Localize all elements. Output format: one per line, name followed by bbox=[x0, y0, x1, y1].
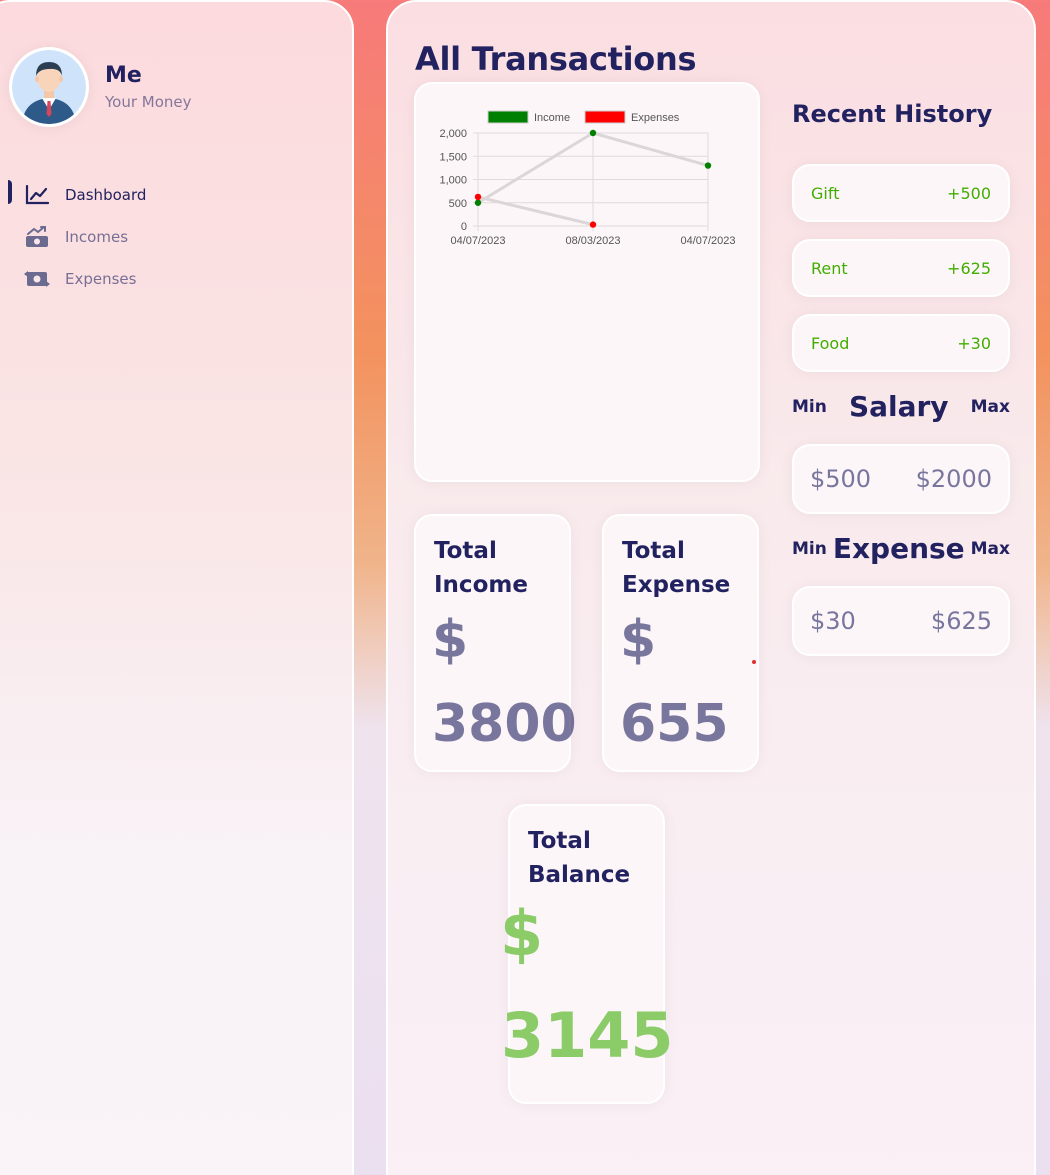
money-bill-trend-up-icon bbox=[24, 226, 50, 248]
currency-symbol: $ bbox=[620, 610, 657, 670]
chart-series-line bbox=[477, 195, 594, 227]
sidebar-item-dashboard[interactable]: Dashboard bbox=[2, 174, 342, 216]
salary-max-value: $2000 bbox=[915, 465, 992, 493]
history-item: Gift +500 bbox=[792, 164, 1010, 222]
total-balance-amount: 3145 bbox=[501, 999, 674, 1072]
sidebar-item-incomes[interactable]: Incomes bbox=[2, 216, 342, 258]
recent-history-title: Recent History bbox=[792, 100, 993, 128]
salary-max-label: Max bbox=[970, 396, 1010, 417]
currency-symbol: $ bbox=[500, 897, 544, 970]
sidebar-item-label: Incomes bbox=[65, 228, 129, 246]
history-item-label: Rent bbox=[811, 258, 848, 278]
chart-x-tick-label: 04/07/2023 bbox=[680, 235, 735, 247]
currency-symbol: $ bbox=[432, 610, 469, 670]
chart-data-point bbox=[589, 129, 597, 137]
chart-y-tick-label: 500 bbox=[449, 198, 467, 210]
chart-line-icon bbox=[24, 184, 50, 206]
history-item-amount: +500 bbox=[947, 183, 991, 203]
chart-data-point bbox=[474, 193, 482, 201]
salary-range-box: $500 $2000 bbox=[792, 444, 1010, 514]
page-title: All Transactions bbox=[415, 40, 697, 78]
chart-legend-label: Income bbox=[534, 112, 570, 124]
chart-legend-label: Expenses bbox=[631, 112, 680, 124]
expense-min-value: $30 bbox=[810, 607, 856, 635]
total-income-value: $ 3800 bbox=[432, 608, 577, 756]
money-bill-transfer-icon bbox=[24, 268, 50, 290]
chart-x-tick-label: 08/03/2023 bbox=[565, 235, 620, 247]
chart-legend-swatch bbox=[487, 110, 529, 124]
total-balance-value: $ 3145 bbox=[500, 898, 674, 1072]
total-income-amount: 3800 bbox=[432, 694, 577, 754]
total-expense-value: $ 655 bbox=[620, 608, 729, 756]
total-income-title: Total Income bbox=[434, 538, 528, 598]
transactions-line-chart: 2,000 1,500 1,000 500 0 04/07/2023 08/03/2023 0… bbox=[439, 110, 736, 247]
chart-y-tick-label: 1,500 bbox=[439, 151, 467, 163]
total-balance-title: Total Balance bbox=[528, 828, 631, 888]
expense-range-box: $30 $625 bbox=[792, 586, 1010, 656]
chart-data-point bbox=[704, 162, 712, 169]
expense-range-title: Expense bbox=[832, 532, 965, 565]
sidebar: Me Your Money Dashboard Incomes Expenses bbox=[0, 0, 354, 1175]
total-expense-card: Total Expense $ 655 bbox=[602, 514, 759, 772]
user-avatar-icon bbox=[12, 50, 86, 124]
chart-y-tick-label: 2,000 bbox=[439, 128, 467, 140]
history-item-amount: +30 bbox=[957, 333, 991, 353]
profile-name: Me bbox=[105, 63, 142, 88]
history-item-amount: +625 bbox=[947, 258, 991, 278]
salary-min-label: Min bbox=[792, 396, 827, 417]
expense-max-value: $625 bbox=[930, 607, 992, 635]
history-item-label: Gift bbox=[811, 183, 840, 203]
total-balance-card: Total Balance $ 3145 bbox=[500, 804, 674, 1104]
chart-data-point bbox=[474, 199, 482, 206]
main-panel: All Transactions 2,000 1,500 1,000 500 0 04/0… bbox=[386, 0, 1036, 1175]
salary-range-header: Min Salary Max bbox=[792, 390, 1010, 423]
history-item-label: Food bbox=[811, 333, 850, 353]
total-income-card: Total Income $ 3800 bbox=[414, 514, 577, 772]
transactions-chart-card: 2,000 1,500 1,000 500 0 04/07/2023 08/03/2023 0… bbox=[414, 82, 760, 482]
chart-x-tick-label: 04/07/2023 bbox=[450, 235, 505, 247]
total-expense-amount: 655 bbox=[620, 694, 729, 754]
sidebar-item-expenses[interactable]: Expenses bbox=[2, 258, 342, 300]
salary-title: Salary bbox=[848, 390, 949, 423]
sidebar-item-label: Expenses bbox=[65, 270, 137, 288]
user-profile: Me Your Money bbox=[9, 47, 192, 127]
expense-max-label: Max bbox=[970, 538, 1010, 559]
salary-min-value: $500 bbox=[810, 465, 872, 493]
sidebar-menu: Dashboard Incomes Expenses bbox=[2, 174, 342, 300]
chart-y-tick-label: 1,000 bbox=[439, 175, 467, 187]
expense-min-label: Min bbox=[792, 538, 827, 559]
sidebar-item-label: Dashboard bbox=[65, 186, 147, 204]
chart-legend-swatch bbox=[584, 110, 626, 124]
history-item: Rent +625 bbox=[792, 239, 1010, 297]
profile-subtitle: Your Money bbox=[105, 93, 192, 111]
avatar bbox=[9, 47, 89, 127]
expense-range-header: Min Expense Max bbox=[792, 532, 1010, 565]
chart-y-tick-label: 0 bbox=[461, 221, 467, 233]
chart-data-point bbox=[589, 221, 597, 228]
red-dot-marker bbox=[752, 660, 756, 664]
history-item: Food +30 bbox=[792, 314, 1010, 372]
total-expense-title: Total Expense bbox=[622, 538, 731, 598]
